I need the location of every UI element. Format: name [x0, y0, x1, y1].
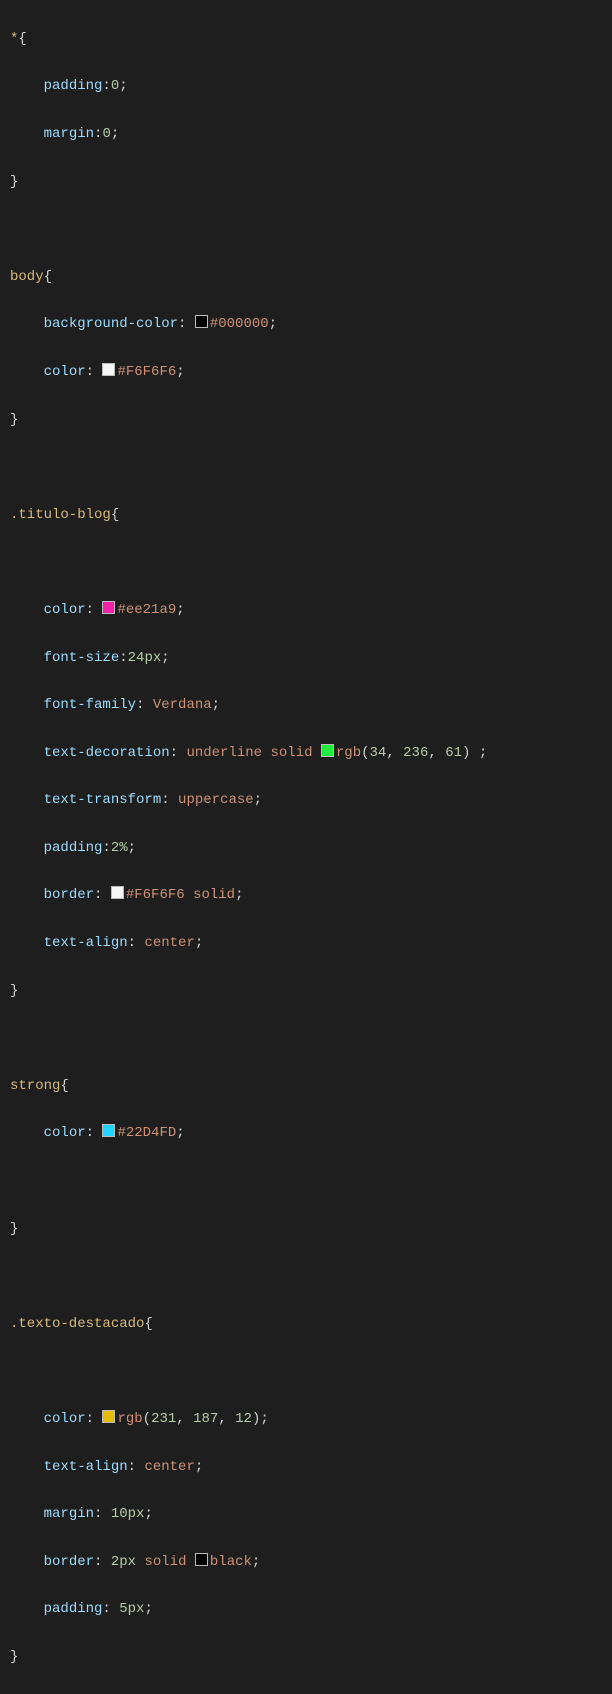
color-swatch-icon	[321, 744, 334, 757]
code-line: }	[10, 1646, 612, 1670]
code-line: color: #ee21a9;	[10, 599, 612, 623]
value: #000000	[210, 316, 269, 332]
blank-line	[10, 1360, 612, 1384]
property: text-transform	[44, 792, 162, 808]
value: 10px	[111, 1506, 145, 1522]
value: underline	[186, 745, 262, 761]
code-line: padding:2%;	[10, 837, 612, 861]
color-swatch-icon	[102, 601, 115, 614]
code-line: border: #F6F6F6 solid;	[10, 884, 612, 908]
property: font-family	[44, 697, 136, 713]
open-brace: {	[18, 31, 26, 47]
code-line: font-size:24px;	[10, 647, 612, 671]
property: margin	[44, 126, 94, 142]
property: border	[44, 1554, 94, 1570]
selector-tag: strong	[10, 1078, 60, 1094]
code-line: text-align: center;	[10, 932, 612, 956]
value: center	[144, 935, 194, 951]
property: color	[44, 364, 86, 380]
property: padding	[44, 78, 103, 94]
code-editor[interactable]: *{ padding:0; margin:0; } body{ backgrou…	[0, 0, 612, 1694]
code-line: *{	[10, 28, 612, 52]
code-line: color: #22D4FD;	[10, 1122, 612, 1146]
code-line: }	[10, 1218, 612, 1242]
value: 2%	[111, 840, 128, 856]
code-line: .texto-destacado{	[10, 1313, 612, 1337]
value: #ee21a9	[117, 602, 176, 618]
color-swatch-icon	[102, 1410, 115, 1423]
property: text-align	[44, 935, 128, 951]
code-line: }	[10, 409, 612, 433]
color-swatch-icon	[195, 1553, 208, 1566]
blank-line	[10, 551, 612, 575]
blank-line	[10, 1265, 612, 1289]
color-swatch-icon	[111, 886, 124, 899]
value: 24px	[128, 650, 162, 666]
value: #F6F6F6	[117, 364, 176, 380]
property: color	[44, 1411, 86, 1427]
selector-class: .titulo-blog	[10, 507, 111, 523]
blank-line	[10, 1170, 612, 1194]
code-line: text-align: center;	[10, 1456, 612, 1480]
code-line: padding:0;	[10, 75, 612, 99]
code-line: }	[10, 980, 612, 1004]
code-line: }	[10, 171, 612, 195]
property: margin	[44, 1506, 94, 1522]
value: black	[210, 1554, 252, 1570]
value: #22D4FD	[117, 1125, 176, 1141]
color-swatch-icon	[102, 363, 115, 376]
code-line: color: #F6F6F6;	[10, 361, 612, 385]
property: padding	[44, 840, 103, 856]
code-line: text-transform: uppercase;	[10, 789, 612, 813]
rgb-func: rgb	[117, 1411, 142, 1427]
property: padding	[44, 1601, 103, 1617]
property: background-color	[44, 316, 178, 332]
code-line: border: 2px solid black;	[10, 1551, 612, 1575]
value: solid	[144, 1554, 186, 1570]
property: border	[44, 887, 94, 903]
color-swatch-icon	[102, 1124, 115, 1137]
blank-line	[10, 218, 612, 242]
code-line: padding: 5px;	[10, 1598, 612, 1622]
code-line: color: rgb(231, 187, 12);	[10, 1408, 612, 1432]
selector-body: body	[10, 269, 44, 285]
value: 2px	[111, 1554, 136, 1570]
value: center	[144, 1459, 194, 1475]
property: color	[44, 602, 86, 618]
code-line: margin:0;	[10, 123, 612, 147]
color-swatch-icon	[195, 315, 208, 328]
rgb-func: rgb	[336, 745, 361, 761]
value: 0	[111, 78, 119, 94]
close-brace: }	[10, 174, 18, 190]
value: #F6F6F6	[126, 887, 185, 903]
property: text-align	[44, 1459, 128, 1475]
value: 5px	[119, 1601, 144, 1617]
code-line: strong{	[10, 1075, 612, 1099]
code-line: body{	[10, 266, 612, 290]
selector-class: .texto-destacado	[10, 1316, 144, 1332]
value: uppercase	[178, 792, 254, 808]
blank-line	[10, 456, 612, 480]
value: solid	[193, 887, 235, 903]
property: font-size	[44, 650, 120, 666]
code-line: font-family: Verdana;	[10, 694, 612, 718]
code-line: margin: 10px;	[10, 1503, 612, 1527]
property: text-decoration	[44, 745, 170, 761]
code-line: background-color: #000000;	[10, 313, 612, 337]
value: 0	[102, 126, 110, 142]
value: Verdana	[153, 697, 212, 713]
code-line: .titulo-blog{	[10, 504, 612, 528]
property: color	[44, 1125, 86, 1141]
blank-line	[10, 1027, 612, 1051]
value: solid	[270, 745, 312, 761]
code-line: text-decoration: underline solid rgb(34,…	[10, 742, 612, 766]
